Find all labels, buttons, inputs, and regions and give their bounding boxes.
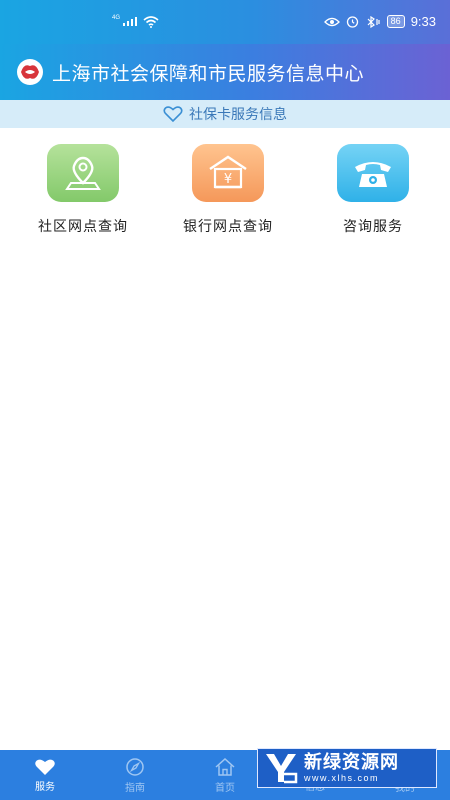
- battery-indicator: 86: [386, 15, 405, 28]
- service-label: 咨询服务: [343, 218, 403, 234]
- map-pin-icon: [47, 144, 119, 202]
- service-grid: 社区网点查询 ¥ 银行网点查询 咨询服务: [0, 144, 450, 236]
- bluetooth-vibrate-icon: [367, 15, 380, 28]
- bank-building-icon: ¥: [192, 144, 264, 202]
- alarm-icon: [346, 16, 358, 28]
- wifi-icon: [143, 16, 159, 28]
- watermark: 新绿资源网 www.xlhs.com: [257, 748, 437, 788]
- telephone-icon: [337, 144, 409, 202]
- compass-icon: [126, 757, 144, 776]
- watermark-title: 新绿资源网: [304, 752, 399, 772]
- service-consultation[interactable]: 咨询服务: [308, 144, 438, 236]
- status-bar: 4G 86 9:33: [0, 0, 450, 44]
- watermark-logo-icon: [266, 754, 298, 784]
- tab-label: 服务: [35, 781, 55, 793]
- service-community-outlets[interactable]: 社区网点查询: [18, 144, 148, 236]
- tab-guide[interactable]: 指南: [90, 750, 180, 800]
- service-label: 社区网点查询: [38, 218, 128, 234]
- page-title: 上海市社会保障和市民服务信息中心: [52, 63, 365, 85]
- cellular-signal-icon: 4G: [112, 15, 138, 26]
- tab-service[interactable]: 服务: [0, 750, 90, 800]
- watermark-url: www.xlhs.com: [304, 773, 380, 783]
- service-label: 银行网点查询: [183, 218, 273, 234]
- clock: 9:33: [410, 14, 436, 29]
- svg-text:¥: ¥: [224, 172, 232, 187]
- app-header: 上海市社会保障和市民服务信息中心: [0, 44, 450, 100]
- tab-label: 指南: [125, 782, 145, 794]
- status-right: 86 9:33: [323, 14, 436, 29]
- home-icon: [215, 757, 235, 776]
- tab-label: 首页: [215, 782, 235, 794]
- social-security-logo-icon: [17, 59, 43, 85]
- eye-icon: [323, 17, 340, 26]
- heart-icon: [35, 759, 55, 775]
- section-title: 社保卡服务信息: [189, 106, 287, 122]
- service-bank-outlets[interactable]: ¥ 银行网点查询: [163, 144, 293, 236]
- section-header: 社保卡服务信息: [0, 100, 450, 128]
- heart-outline-icon: [163, 106, 183, 123]
- network-type: 4G: [112, 15, 121, 21]
